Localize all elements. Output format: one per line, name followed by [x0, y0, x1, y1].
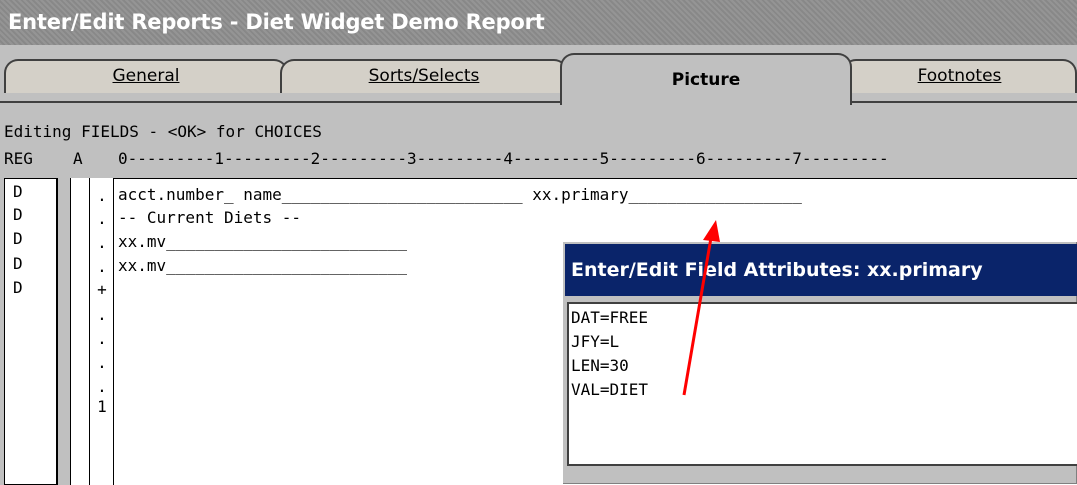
line-marker: . [97, 209, 107, 228]
picture-line[interactable]: xx.mv_________________________ [118, 231, 407, 253]
window-title: Enter/Edit Reports - Diet Widget Demo Re… [8, 10, 545, 34]
picture-line[interactable]: -- Current Diets -- [118, 207, 301, 229]
line-marker-column: . . . . + . . . . 1 [90, 178, 114, 485]
picture-line[interactable]: xx.mv_________________________ [118, 255, 407, 277]
tab-sorts-selects-label: Sorts/Selects [368, 66, 480, 86]
reg-header: REG [4, 149, 33, 168]
attribute-item[interactable]: DAT=FREE [571, 307, 648, 329]
reg-cell: D [13, 229, 23, 248]
line-marker: . [97, 233, 107, 252]
reg-cell: D [13, 278, 23, 297]
line-marker: 1 [97, 397, 107, 416]
field-attributes-dialog[interactable]: Enter/Edit Field Attributes: xx.primary … [562, 241, 1077, 485]
line-marker: . [97, 353, 107, 372]
tab-picture-label: Picture [671, 70, 741, 90]
tab-sorts-selects[interactable]: Sorts/Selects [280, 59, 568, 93]
reg-cell: D [13, 182, 23, 201]
a-header: A [73, 149, 83, 168]
line-marker: . [97, 305, 107, 324]
field-attributes-list[interactable]: DAT=FREE JFY=L LEN=30 VAL=DIET [567, 302, 1077, 466]
attribute-item[interactable]: JFY=L [571, 331, 619, 353]
tab-strip: General Sorts/Selects Picture Footnotes [0, 45, 1077, 105]
line-marker: + [97, 280, 107, 299]
tab-general[interactable]: General [4, 59, 288, 93]
attribute-item[interactable]: VAL=DIET [571, 379, 648, 401]
line-marker: . [97, 329, 107, 348]
tab-footnotes[interactable]: Footnotes [842, 59, 1077, 93]
tab-general-label: General [112, 66, 180, 86]
line-marker: . [97, 186, 107, 205]
tab-picture[interactable]: Picture [560, 53, 852, 105]
column-ruler: 0---------1---------2---------3---------… [118, 149, 889, 168]
line-marker: . [97, 257, 107, 276]
tab-footnotes-label: Footnotes [917, 66, 1002, 86]
field-attributes-title: Enter/Edit Field Attributes: xx.primary [565, 244, 1077, 296]
a-column[interactable] [70, 178, 90, 485]
picture-line[interactable]: acct.number_ name_______________________… [118, 184, 802, 206]
attribute-item[interactable]: LEN=30 [571, 355, 629, 377]
reg-cell: D [13, 254, 23, 273]
reg-column[interactable]: D D D D D [4, 178, 58, 485]
window-title-bar: Enter/Edit Reports - Diet Widget Demo Re… [0, 0, 1077, 45]
line-marker: . [97, 377, 107, 396]
reg-cell: D [13, 205, 23, 224]
editing-status: Editing FIELDS - <OK> for CHOICES [4, 122, 322, 141]
